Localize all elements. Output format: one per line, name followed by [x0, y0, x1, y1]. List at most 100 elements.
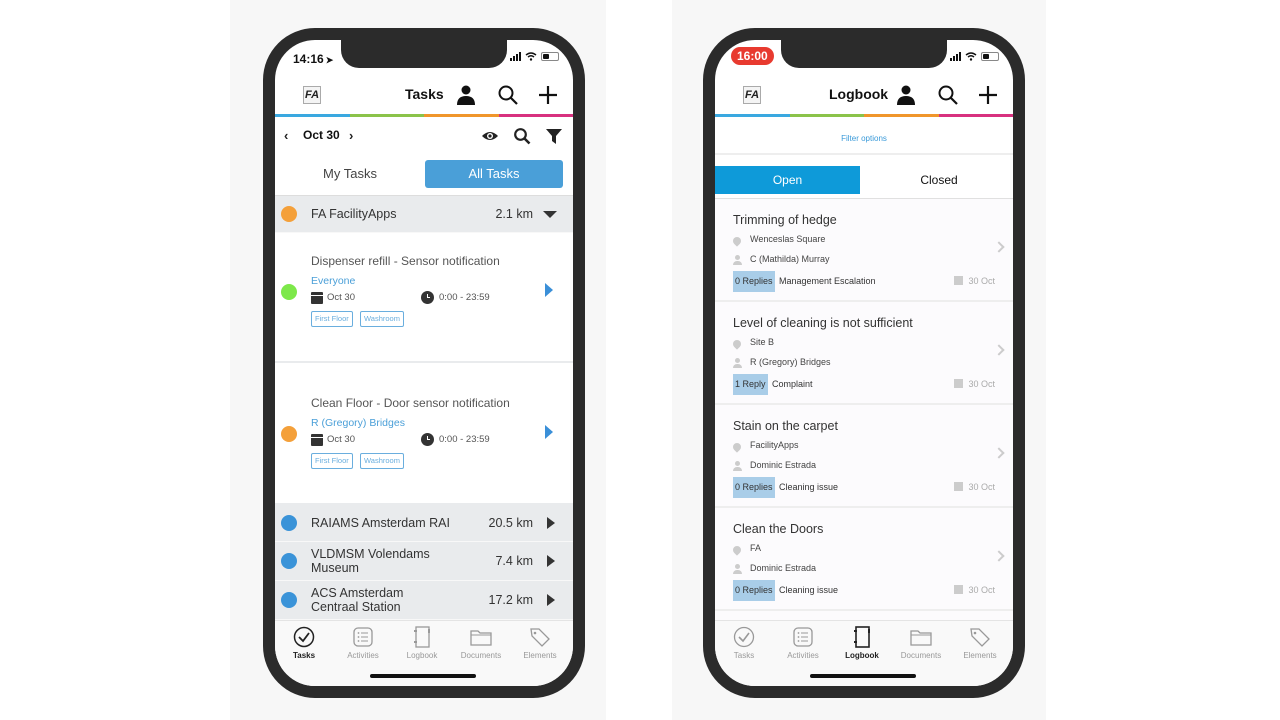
page-title: Tasks: [405, 86, 444, 102]
expand-icon[interactable]: [547, 517, 555, 529]
filter-options-link[interactable]: Filter options: [715, 134, 1013, 143]
location-name-line: ACS Amsterdam: [311, 586, 404, 600]
tab-activities[interactable]: Activities: [774, 626, 832, 660]
calendar-icon: [954, 482, 963, 491]
plus-icon[interactable]: [977, 84, 999, 106]
tab-label: Activities: [787, 651, 819, 660]
rainbow-divider: [715, 114, 1013, 117]
location-pin-icon: [731, 338, 743, 350]
entry-title: Level of cleaning is not sufficient: [733, 316, 913, 330]
location-name: ACS Amsterdam Centraal Station: [311, 586, 403, 614]
location-distance: 17.2 km: [488, 593, 533, 607]
page-title: Logbook: [829, 86, 889, 102]
wifi-icon: [965, 52, 977, 61]
location-group-row[interactable]: VLDMSM Volendams Museum 7.4 km: [275, 542, 573, 581]
tab-documents[interactable]: Documents: [892, 626, 950, 660]
location-group-row[interactable]: ACS Amsterdam Centraal Station 17.2 km: [275, 581, 573, 620]
task-scope-tabs: My Tasks All Tasks: [275, 160, 573, 190]
status-dot: [281, 426, 297, 442]
home-indicator[interactable]: [810, 674, 916, 678]
expand-icon[interactable]: [547, 594, 555, 606]
check-circle-icon: [733, 626, 755, 648]
tag-chip: Washroom: [360, 453, 404, 469]
location-group-row[interactable]: RAIAMS Amsterdam RAI 20.5 km: [275, 505, 573, 542]
logbook-entry[interactable]: Level of cleaning is not sufficient Site…: [715, 302, 1013, 405]
location-distance: 20.5 km: [488, 516, 533, 530]
tab-tasks[interactable]: Tasks: [715, 626, 773, 660]
logbook-entry[interactable]: Clean the Doors FA Dominic Estrada 0 Rep…: [715, 508, 1013, 611]
tab-label: Logbook: [406, 651, 438, 660]
location-name-line: Centraal Station: [311, 600, 401, 614]
tab-closed[interactable]: Closed: [865, 166, 1013, 194]
notch: [781, 40, 947, 68]
entry-location: FacilityApps: [750, 440, 799, 450]
task-list: FA FacilityApps 2.1 km Dispenser refill …: [275, 195, 573, 620]
phone-tasks: 14:16 ➤ FA Tasks ‹ Oct 30 › My Tasks All…: [263, 28, 585, 698]
search-icon[interactable]: [497, 84, 519, 106]
logbook-entry[interactable]: Test: [715, 611, 1013, 620]
location-pin-icon: [731, 235, 743, 247]
chevron-right-icon[interactable]: [993, 550, 1005, 562]
tab-my-tasks[interactable]: My Tasks: [295, 160, 405, 188]
logbook-entry[interactable]: Trimming of hedge Wenceslas Square C (Ma…: [715, 199, 1013, 302]
previous-date-button[interactable]: ‹: [284, 128, 288, 143]
person-icon: [733, 358, 742, 368]
expand-icon[interactable]: [547, 555, 555, 567]
calendar-icon: [311, 292, 323, 304]
fa-logo[interactable]: FA: [303, 86, 321, 104]
user-icon[interactable]: [455, 84, 477, 106]
status-dot: [281, 592, 297, 608]
tab-elements[interactable]: Elements: [511, 626, 569, 660]
tab-activities[interactable]: Activities: [334, 626, 392, 660]
logbook-entry[interactable]: Stain on the carpet FacilityApps Dominic…: [715, 405, 1013, 508]
entry-title: Stain on the carpet: [733, 419, 838, 433]
eye-icon[interactable]: [481, 127, 499, 145]
tab-open[interactable]: Open: [715, 166, 860, 194]
notebook-icon: [414, 626, 430, 648]
entry-person: Dominic Estrada: [750, 460, 817, 470]
tab-tasks[interactable]: Tasks: [275, 626, 333, 660]
task-assignee[interactable]: Everyone: [311, 275, 355, 287]
status-time: 16:00: [731, 47, 774, 65]
tags-icon: [530, 628, 550, 647]
tab-logbook[interactable]: Logbook: [833, 626, 891, 660]
location-name: FA FacilityApps: [311, 207, 397, 221]
open-task-arrow-icon[interactable]: [545, 425, 553, 439]
search-icon[interactable]: [937, 84, 959, 106]
location-group-row[interactable]: FA FacilityApps 2.1 km: [275, 196, 573, 233]
fa-logo[interactable]: FA: [743, 86, 761, 104]
filter-icon[interactable]: [545, 127, 563, 145]
search-icon[interactable]: [513, 127, 531, 145]
next-date-button[interactable]: ›: [349, 128, 353, 143]
open-task-arrow-icon[interactable]: [545, 283, 553, 297]
collapse-icon[interactable]: [543, 211, 557, 218]
tab-documents[interactable]: Documents: [452, 626, 510, 660]
task-item[interactable]: Dispenser refill - Sensor notification E…: [275, 233, 573, 363]
plus-icon[interactable]: [537, 84, 559, 106]
tab-all-tasks[interactable]: All Tasks: [425, 160, 563, 188]
chevron-right-icon[interactable]: [993, 241, 1005, 253]
entry-person: C (Mathilda) Murray: [750, 254, 830, 264]
chevron-right-icon[interactable]: [993, 344, 1005, 356]
replies-badge: 0 Replies: [733, 580, 775, 601]
signal-icon: [950, 52, 961, 61]
tab-logbook[interactable]: Logbook: [393, 626, 451, 660]
battery-icon: [541, 52, 559, 61]
task-assignee[interactable]: R (Gregory) Bridges: [311, 417, 405, 429]
chevron-right-icon[interactable]: [993, 447, 1005, 459]
home-indicator[interactable]: [370, 674, 476, 678]
location-distance: 2.1 km: [495, 207, 533, 221]
task-item[interactable]: Clean Floor - Door sensor notification R…: [275, 363, 573, 505]
battery-icon: [981, 52, 999, 61]
bottom-tab-bar: Tasks Activities Logbook Documents Eleme…: [275, 620, 573, 686]
folder-icon: [910, 630, 932, 646]
logbook-screen: 16:00 FA Logbook Filter options Open Clo…: [715, 40, 1013, 686]
user-icon[interactable]: [895, 84, 917, 106]
person-icon: [733, 255, 742, 265]
status-time: 14:16 ➤: [293, 52, 334, 66]
calendar-icon: [311, 434, 323, 446]
entry-location: Site B: [750, 337, 775, 347]
tab-elements[interactable]: Elements: [951, 626, 1009, 660]
wifi-icon: [525, 52, 537, 61]
tasks-screen: 14:16 ➤ FA Tasks ‹ Oct 30 › My Tasks All…: [275, 40, 573, 686]
